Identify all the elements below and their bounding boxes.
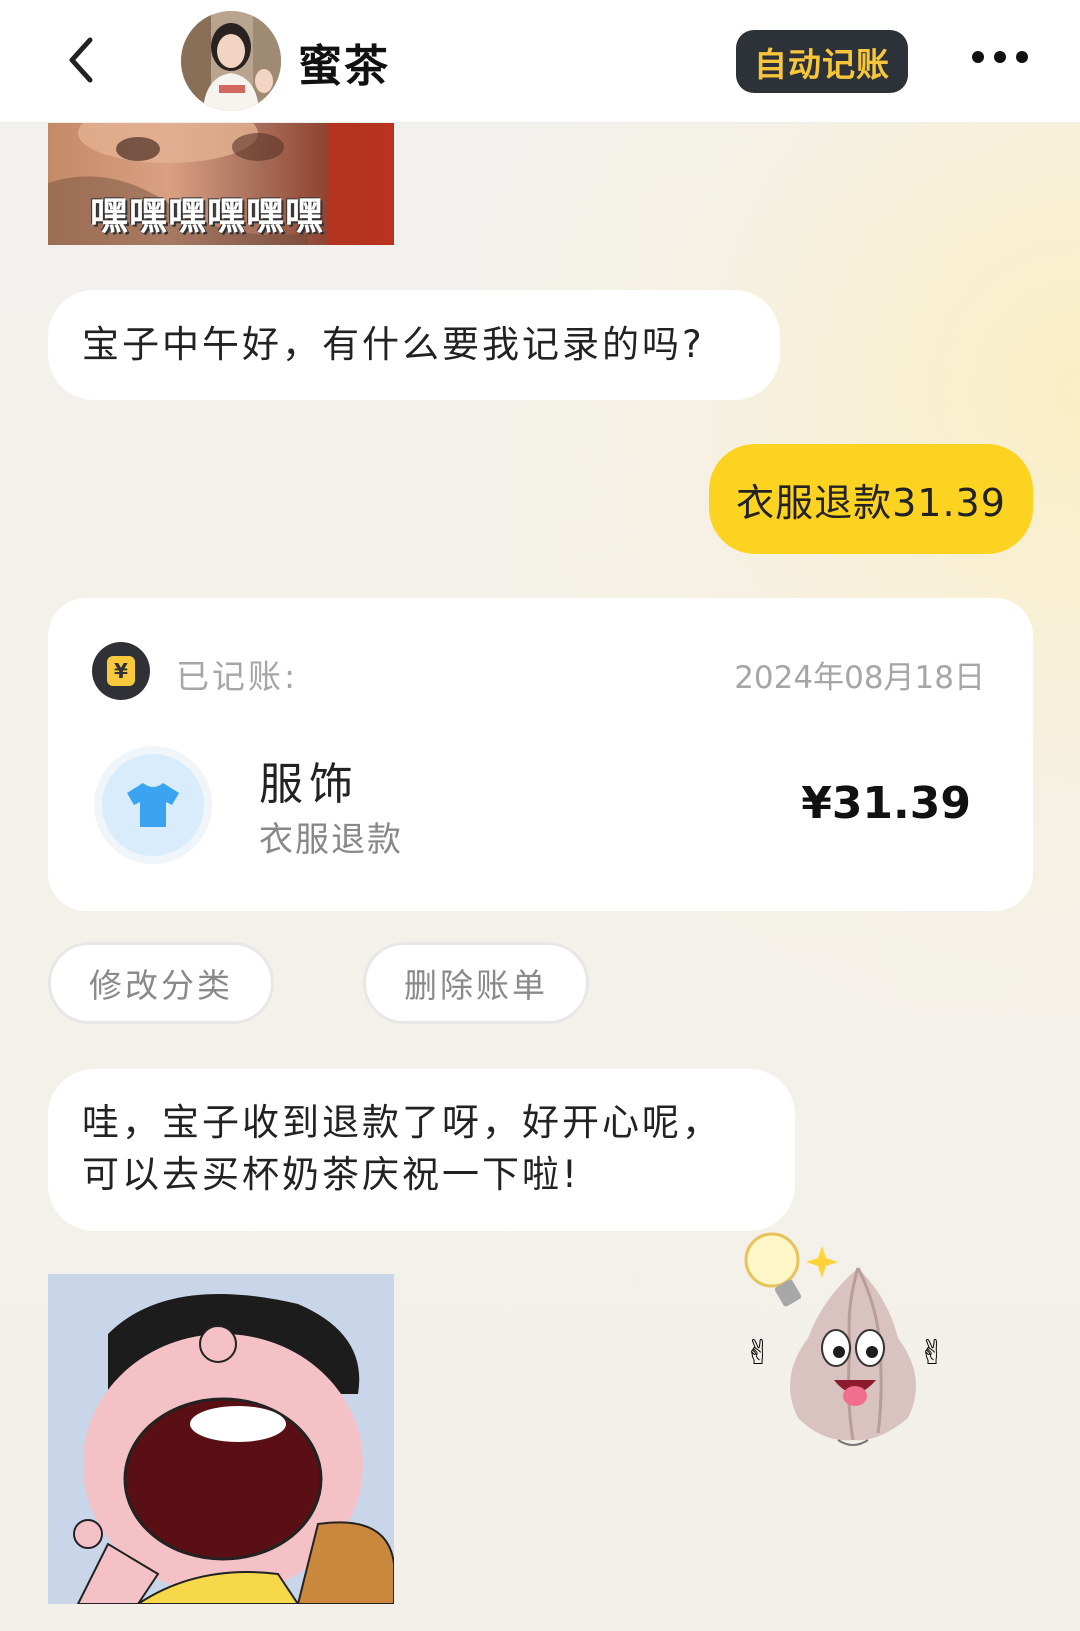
more-dots-icon [972, 51, 984, 63]
assistant-reply-bubble: 哇，宝子收到退款了呀，好开心呢， 可以去买杯奶茶庆祝一下啦! [48, 1069, 795, 1231]
edit-category-button[interactable]: 修改分类 [48, 942, 274, 1024]
svg-text:✌: ✌ [744, 1333, 773, 1373]
back-button[interactable] [58, 34, 108, 86]
garlic-sticker: ✌ ✌ [738, 1228, 968, 1458]
category-icon-bg [102, 754, 204, 856]
greeting-text: 宝子中午好，有什么要我记录的吗? [82, 323, 705, 366]
user-message-bubble: 衣服退款31.39 [709, 444, 1033, 554]
yuan-coin-icon: ¥ [92, 642, 150, 700]
record-amount: ¥31.39 [801, 778, 971, 829]
delete-bill-button[interactable]: 删除账单 [363, 942, 589, 1024]
more-dot [1016, 51, 1028, 63]
chevron-left-icon [69, 37, 93, 83]
contact-name: 蜜茶 [298, 41, 390, 92]
user-message-text: 衣服退款31.39 [736, 480, 1006, 525]
more-button[interactable] [972, 48, 1052, 72]
avatar[interactable] [181, 11, 281, 111]
record-card[interactable]: ¥ 已记账: 2024年08月18日 服饰 衣服退款 ¥31.39 [48, 598, 1033, 911]
meme-caption: 嘿嘿嘿嘿嘿嘿 [90, 194, 325, 238]
record-date: 2024年08月18日 [734, 660, 985, 696]
reply-line-1: 哇，宝子收到退款了呀，好开心呢， [82, 1101, 722, 1144]
garlic-mascot-icon: ✌ ✌ [744, 1232, 947, 1446]
chat-header: 蜜茶 自动记账 [0, 0, 1080, 123]
tshirt-icon [127, 783, 179, 827]
cartoon-laughing-image [48, 1274, 394, 1604]
category-icon-container [94, 746, 212, 864]
assistant-greeting-bubble: 宝子中午好，有什么要我记录的吗? [48, 290, 780, 400]
svg-text:✌: ✌ [918, 1333, 947, 1373]
category-name: 服饰 [259, 759, 359, 810]
avatar-photo [181, 11, 281, 111]
category-note: 衣服退款 [259, 820, 403, 860]
record-status: 已记账: [176, 657, 299, 696]
more-dot [994, 51, 1006, 63]
meme-image-bottom[interactable] [48, 1274, 394, 1604]
yuan-symbol: ¥ [107, 656, 135, 686]
reply-line-2: 可以去买杯奶茶庆祝一下啦! [82, 1153, 580, 1196]
meme-image-top[interactable]: 嘿嘿嘿嘿嘿嘿 [48, 123, 394, 245]
auto-record-button[interactable]: 自动记账 [736, 30, 908, 93]
